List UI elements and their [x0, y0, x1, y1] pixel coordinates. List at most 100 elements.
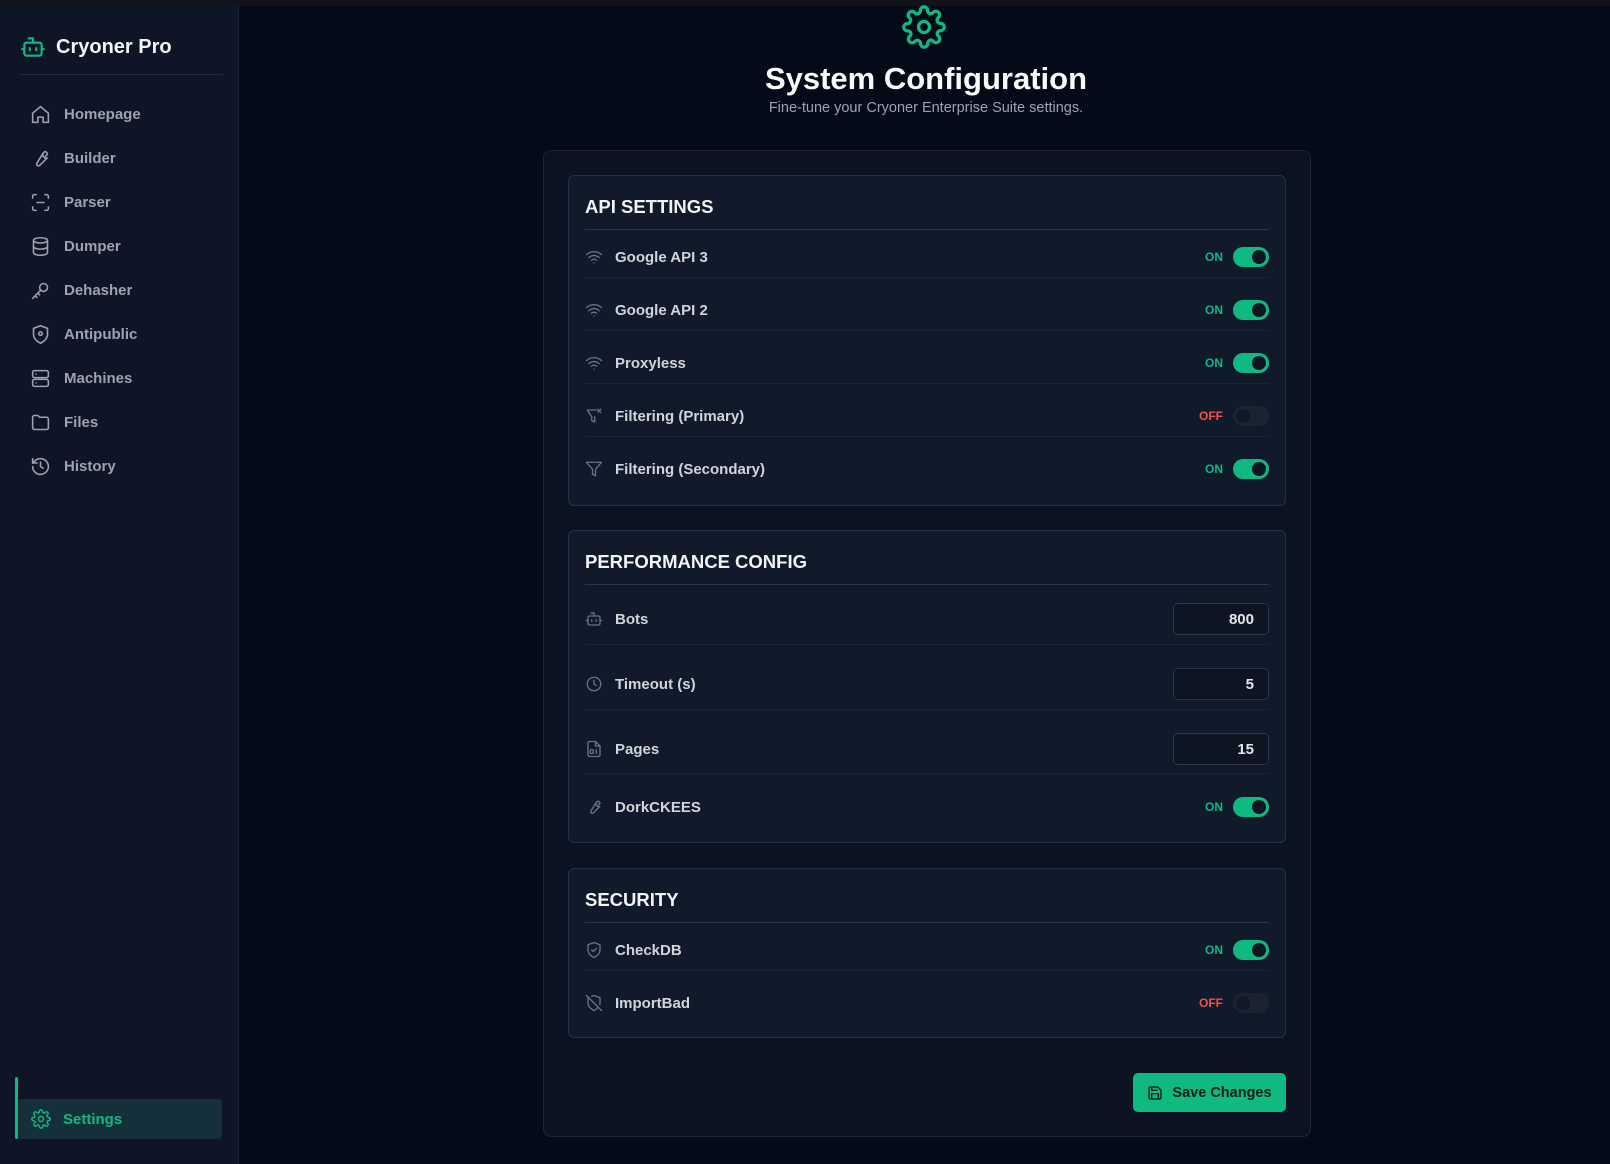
sidebar-item-antipublic[interactable]: Antipublic	[30, 312, 141, 356]
toggle-knob	[1252, 303, 1266, 317]
setting-row-proxyless: Proxyless ON	[585, 345, 1269, 381]
wrench-icon	[590, 800, 601, 814]
sidebar-item-settings[interactable]: Settings	[15, 1077, 222, 1139]
performance-config-section: PERFORMANCE CONFIG Bots Timeout (s) Page…	[568, 530, 1286, 843]
shield-check-icon	[587, 941, 601, 959]
save-icon	[1148, 1085, 1163, 1100]
toggle-state-text: ON	[1205, 356, 1223, 370]
filtering-secondary-toggle[interactable]	[1233, 459, 1269, 479]
checkdb-toggle[interactable]	[1233, 940, 1269, 960]
proxyless-toggle[interactable]	[1233, 353, 1269, 373]
app-name: Cryoner Pro	[56, 35, 172, 58]
filtering-primary-toggle[interactable]	[1233, 406, 1269, 426]
bot-icon	[585, 612, 603, 626]
setting-row-timeout: Timeout (s)	[585, 666, 1269, 702]
toggle-state-text: ON	[1205, 303, 1223, 317]
filter-icon	[585, 461, 603, 477]
setting-label: Pages	[615, 740, 660, 758]
divider	[585, 773, 1269, 774]
brand[interactable]: Cryoner Pro	[20, 34, 172, 60]
server-icon	[31, 369, 50, 387]
security-section: SECURITY CheckDB ON ImportBad OFF	[568, 868, 1286, 1038]
sidebar-item-parser[interactable]: Parser	[30, 180, 141, 224]
sidebar-item-label: Settings	[63, 1110, 123, 1128]
section-title: API SETTINGS	[585, 196, 714, 217]
section-title: PERFORMANCE CONFIG	[585, 551, 807, 572]
setting-row-checkdb: CheckDB ON	[585, 932, 1269, 968]
setting-label: CheckDB	[615, 941, 682, 959]
shield-icon	[32, 324, 49, 344]
setting-label: ImportBad	[615, 994, 690, 1012]
sidebar-item-label: Antipublic	[64, 325, 138, 343]
setting-row-pages: Pages	[585, 731, 1269, 767]
filter-x-icon	[586, 408, 602, 423]
divider	[585, 584, 1269, 585]
sidebar-item-history[interactable]: History	[30, 444, 141, 488]
bot-logo-icon	[21, 37, 45, 57]
pages-input[interactable]	[1173, 733, 1269, 765]
setting-label: DorkCKEES	[615, 798, 701, 816]
setting-row-google-api-3: Google API 3 ON	[585, 239, 1269, 275]
sidebar-item-label: History	[64, 457, 116, 475]
setting-label: Timeout (s)	[615, 675, 696, 693]
divider	[585, 644, 1269, 645]
clock-icon	[586, 676, 602, 692]
key-icon	[31, 282, 49, 299]
sidebar-item-dehasher[interactable]: Dehasher	[30, 268, 141, 312]
google-api-2-toggle[interactable]	[1233, 300, 1269, 320]
sidebar-item-dumper[interactable]: Dumper	[30, 224, 141, 268]
page-title: System Configuration	[764, 61, 1088, 96]
toggle-state-text: ON	[1205, 250, 1223, 264]
window-top-bar	[0, 0, 1610, 6]
sidebar-item-machines[interactable]: Machines	[30, 356, 141, 400]
timeout-input[interactable]	[1173, 668, 1269, 700]
sidebar-item-label: Builder	[64, 149, 116, 167]
divider	[585, 229, 1269, 230]
file-digit-icon	[587, 740, 601, 758]
toggle-knob	[1236, 996, 1250, 1010]
setting-row-filtering-primary: Filtering (Primary) OFF	[585, 398, 1269, 434]
google-api-3-toggle[interactable]	[1233, 247, 1269, 267]
api-settings-section: API SETTINGS Google API 3 ON Google API …	[568, 175, 1286, 506]
importbad-toggle[interactable]	[1233, 993, 1269, 1013]
divider	[585, 383, 1269, 384]
divider	[585, 709, 1269, 710]
wifi-icon	[585, 251, 603, 264]
divider	[585, 277, 1269, 278]
bots-input[interactable]	[1173, 603, 1269, 635]
toggle-state-text: OFF	[1199, 996, 1223, 1010]
save-changes-button[interactable]: Save Changes	[1133, 1073, 1286, 1112]
sidebar-item-label: Dehasher	[64, 281, 133, 299]
sidebar-item-files[interactable]: Files	[30, 400, 141, 444]
page-subtitle: Fine-tune your Cryoner Enterprise Suite …	[768, 100, 1084, 116]
sidebar-item-label: Parser	[64, 193, 111, 211]
setting-label: Google API 2	[615, 301, 708, 319]
setting-row-bots: Bots	[585, 601, 1269, 637]
sidebar-item-label: Machines	[64, 369, 133, 387]
sidebar-item-builder[interactable]: Builder	[30, 136, 141, 180]
setting-row-google-api-2: Google API 2 ON	[585, 292, 1269, 328]
dorkckees-toggle[interactable]	[1233, 797, 1269, 817]
setting-row-importbad: ImportBad OFF	[585, 985, 1269, 1021]
wifi-icon	[585, 357, 603, 370]
divider	[585, 330, 1269, 331]
setting-label: Filtering (Secondary)	[615, 460, 766, 478]
setting-row-dorkckees: DorkCKEES ON	[585, 789, 1269, 825]
setting-label: Filtering (Primary)	[615, 407, 745, 425]
sidebar-item-label: Files	[64, 413, 99, 431]
wrench-icon	[35, 150, 49, 167]
section-title: SECURITY	[585, 889, 679, 910]
save-button-label: Save Changes	[1172, 1084, 1272, 1101]
sidebar-nav: Homepage Builder Parser Dumper Dehasher …	[30, 92, 141, 488]
setting-label: Proxyless	[615, 354, 686, 372]
setting-label: Google API 3	[615, 248, 708, 266]
wifi-icon	[585, 304, 603, 317]
database-icon	[32, 236, 49, 256]
sidebar-item-label: Dumper	[64, 237, 121, 255]
scan-icon	[31, 193, 50, 211]
toggle-knob	[1252, 800, 1266, 814]
divider	[585, 970, 1269, 971]
folder-icon	[31, 414, 50, 430]
divider	[585, 922, 1269, 923]
toggle-state-text: ON	[1205, 800, 1223, 814]
